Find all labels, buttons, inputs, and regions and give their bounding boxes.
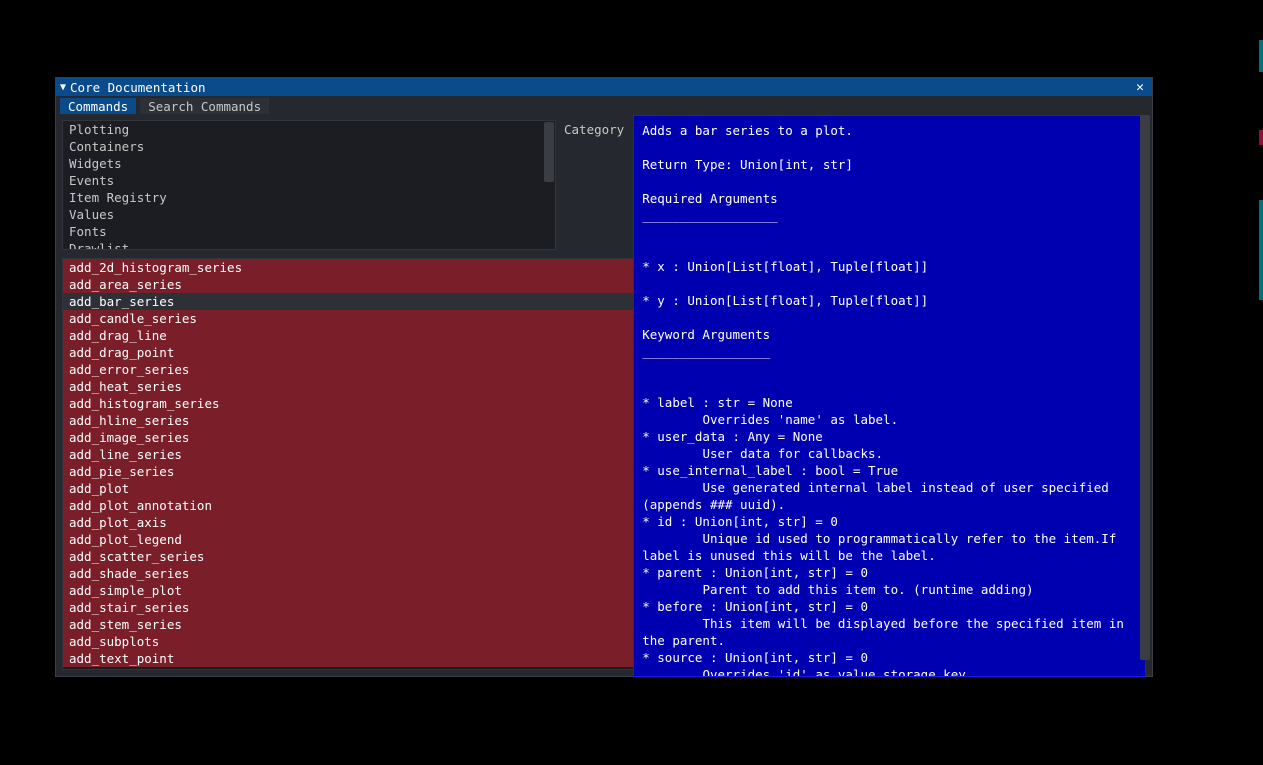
tab-bar: Commands Search Commands: [56, 96, 1152, 114]
titlebar[interactable]: ▼ Core Documentation ✕: [56, 78, 1152, 96]
category-item[interactable]: Events: [63, 172, 555, 189]
doc-panel[interactable]: Adds a bar series to a plot. Return Type…: [633, 115, 1146, 677]
side-accent-bar: [1259, 0, 1263, 765]
documentation-window: ▼ Core Documentation ✕ Commands Search C…: [55, 77, 1153, 677]
category-label: Category: [564, 120, 624, 250]
category-item-partial[interactable]: Drawlist: [63, 240, 555, 249]
category-listbox[interactable]: PlottingContainersWidgetsEventsItem Regi…: [62, 120, 556, 250]
category-item[interactable]: Plotting: [63, 121, 555, 138]
category-item[interactable]: Containers: [63, 138, 555, 155]
collapse-arrow-icon[interactable]: ▼: [60, 82, 66, 93]
window-title: Core Documentation: [70, 80, 1132, 95]
category-item[interactable]: Values: [63, 206, 555, 223]
tab-commands[interactable]: Commands: [60, 98, 136, 114]
category-item[interactable]: Item Registry: [63, 189, 555, 206]
close-icon[interactable]: ✕: [1132, 80, 1148, 95]
doc-scrollbar[interactable]: [1140, 115, 1150, 660]
category-item[interactable]: Fonts: [63, 223, 555, 240]
tab-search-commands[interactable]: Search Commands: [140, 98, 269, 114]
category-item[interactable]: Widgets: [63, 155, 555, 172]
category-scrollbar[interactable]: [544, 122, 554, 182]
